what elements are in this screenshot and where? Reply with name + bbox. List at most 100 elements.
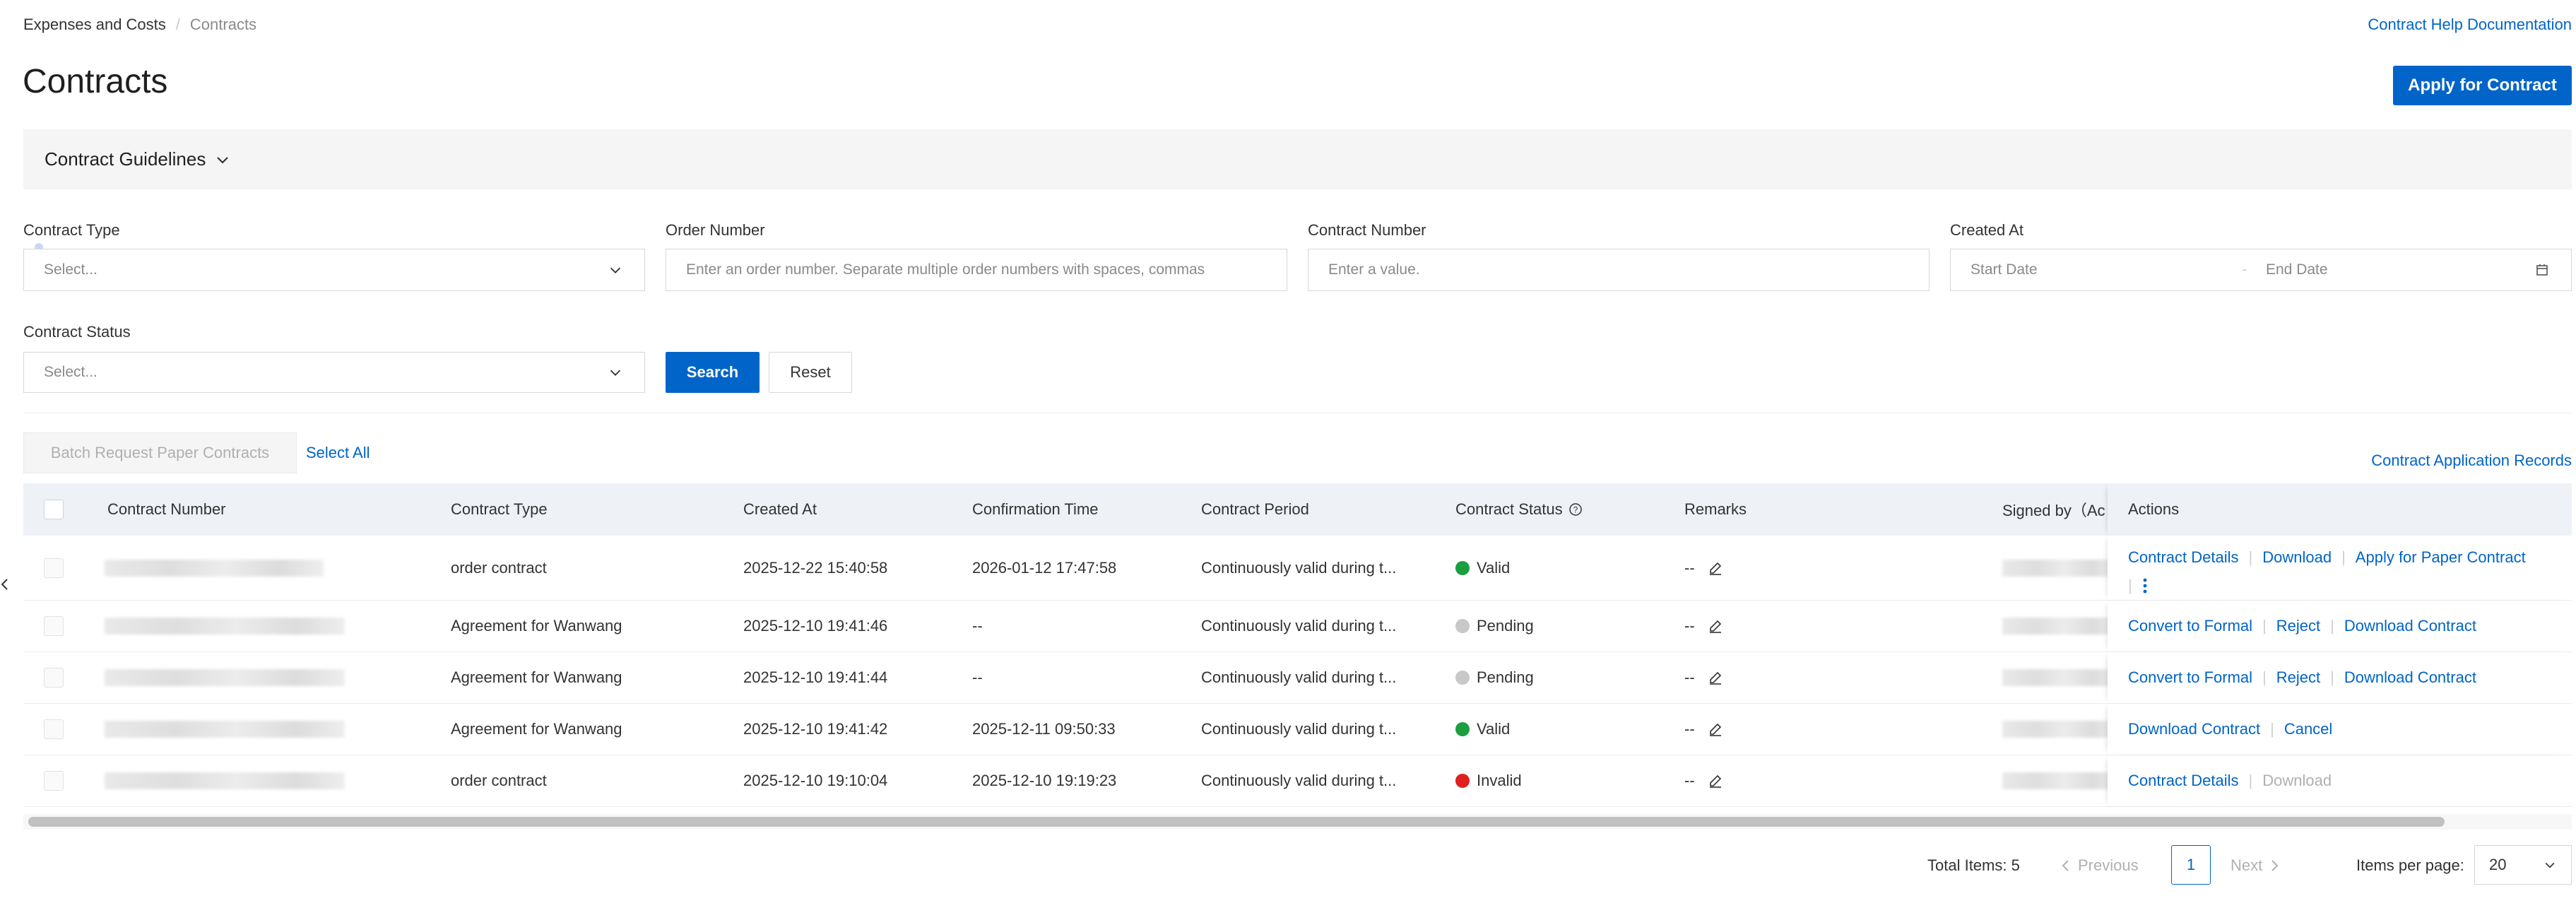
order-number-input[interactable]: Enter an order number. Separate multiple… (666, 249, 1287, 291)
signed-by-cell (2002, 704, 2115, 755)
redacted-contract-number (105, 559, 324, 577)
signed-by-cell (2002, 652, 2115, 703)
contract-number-placeholder: Enter a value. (1328, 261, 1420, 278)
breadcrumb-separator: / (175, 16, 180, 33)
action-separator: | (2248, 772, 2253, 789)
edit-icon[interactable] (1708, 560, 1723, 576)
remarks-text: -- (1684, 668, 1695, 686)
breadcrumb-home[interactable]: Expenses and Costs (23, 16, 166, 34)
contract-status-select[interactable]: Select... (23, 352, 645, 393)
contract-number-cell (105, 601, 345, 651)
row-checkbox[interactable] (44, 558, 64, 578)
row-checkbox[interactable] (44, 719, 64, 739)
created-at-range[interactable]: Start Date - End Date (1950, 249, 2572, 291)
confirmation-time-cell: 2026-01-12 17:47:58 (972, 558, 1117, 577)
search-button[interactable]: Search (666, 352, 760, 393)
remarks-text: -- (1684, 558, 1695, 577)
breadcrumb-current: Contracts (189, 16, 257, 33)
action-apply-for-paper-contract-link[interactable]: Apply for Paper Contract (2356, 548, 2526, 567)
contract-number-cell (105, 755, 345, 806)
row-checkbox-cell (44, 601, 64, 651)
remarks-cell: -- (1684, 652, 1723, 703)
created-at-cell: 2025-12-10 19:41:46 (743, 617, 888, 635)
page-size-select[interactable]: 20 (2474, 845, 2572, 885)
help-icon[interactable]: ? (1568, 502, 1583, 517)
page-number-current[interactable]: 1 (2171, 845, 2211, 885)
guidelines-label: Contract Guidelines (45, 148, 206, 170)
contract-period-cell: Continuously valid during t... (1201, 720, 1397, 738)
action-download-contract-link[interactable]: Download Contract (2344, 617, 2476, 635)
reset-button[interactable]: Reset (769, 352, 852, 393)
select-all-checkbox[interactable] (44, 500, 64, 519)
page-title: Contracts (23, 63, 168, 100)
action-convert-to-formal-link[interactable]: Convert to Formal (2128, 617, 2252, 635)
contract-type-cell: Agreement for Wanwang (451, 668, 622, 686)
remarks-cell: -- (1684, 704, 1723, 755)
row-checkbox[interactable] (44, 668, 64, 688)
remarks-cell: -- (1684, 755, 1723, 806)
header-actions: Actions (2108, 483, 2572, 536)
action-download-link[interactable]: Download (2262, 548, 2332, 567)
previous-page-button[interactable]: Previous (2061, 856, 2139, 875)
contract-type-cell: order contract (451, 772, 547, 789)
action-reject-link[interactable]: Reject (2276, 617, 2320, 635)
header-contract-number: Contract Number (107, 500, 226, 518)
action-download-contract-link[interactable]: Download Contract (2344, 668, 2476, 687)
contracts-table: Contract Number Contract Type Created At… (23, 483, 2572, 812)
row-checkbox-cell (44, 755, 64, 806)
edit-icon[interactable] (1708, 670, 1723, 685)
action-separator: | (2341, 548, 2346, 566)
table-row: Agreement for Wanwang 2025-12-10 19:41:46… (23, 601, 2572, 652)
remarks-text: -- (1684, 772, 1695, 789)
action-separator: | (2270, 720, 2274, 738)
contract-number-input[interactable]: Enter a value. (1308, 249, 1930, 291)
action-separator: | (2262, 617, 2267, 635)
action-reject-link[interactable]: Reject (2276, 668, 2320, 687)
breadcrumb: Expenses and Costs / Contracts (23, 16, 256, 34)
action-contract-details-link[interactable]: Contract Details (2128, 772, 2239, 790)
select-all-link[interactable]: Select All (306, 444, 370, 462)
redacted-contract-number (105, 669, 345, 686)
edit-icon[interactable] (1708, 773, 1723, 789)
calendar-icon[interactable] (2533, 261, 2551, 279)
confirmation-time-cell: -- (972, 617, 983, 635)
contract-status-cell: Valid (1455, 536, 1510, 600)
batch-request-paper-button[interactable]: Batch Request Paper Contracts (23, 432, 297, 473)
apply-contract-button[interactable]: Apply for Contract (2393, 66, 2572, 105)
more-actions-icon[interactable] (2142, 577, 2148, 595)
action-download-contract-link[interactable]: Download Contract (2128, 720, 2260, 738)
remarks-text: -- (1684, 617, 1695, 635)
contract-type-select[interactable]: Select... (23, 249, 645, 291)
total-items: Total Items: 5 (1927, 856, 2020, 874)
contract-number-cell (105, 704, 345, 755)
row-checkbox[interactable] (44, 771, 64, 791)
action-download-link[interactable]: Download (2262, 772, 2332, 790)
contract-status-cell: Invalid (1455, 755, 1522, 806)
contract-number-label: Contract Number (1308, 221, 1426, 239)
contract-period-cell: Continuously valid during t... (1201, 558, 1397, 577)
row-checkbox-cell (44, 536, 64, 600)
edit-icon[interactable] (1708, 721, 1723, 737)
action-cancel-link[interactable]: Cancel (2284, 720, 2332, 738)
action-convert-to-formal-link[interactable]: Convert to Formal (2128, 668, 2252, 687)
created-at-cell: 2025-12-10 19:41:42 (743, 720, 888, 738)
contract-period-cell: Continuously valid during t... (1201, 668, 1397, 686)
header-confirmation-time: Confirmation Time (972, 500, 1099, 518)
edit-icon[interactable] (1708, 618, 1723, 634)
help-documentation-link[interactable]: Contract Help Documentation (2368, 16, 2572, 34)
application-records-link[interactable]: Contract Application Records (2371, 452, 2572, 470)
start-date-placeholder[interactable]: Start Date (1971, 261, 2238, 278)
table-row: order contract 2025-12-22 15:40:58 2026-01… (23, 536, 2572, 601)
horizontal-scrollbar-thumb[interactable] (28, 817, 2445, 827)
end-date-placeholder[interactable]: End Date (2252, 261, 2533, 278)
order-number-placeholder: Enter an order number. Separate multiple… (686, 261, 1205, 278)
contract-guidelines-toggle[interactable]: Contract Guidelines (23, 129, 2572, 189)
row-checkbox[interactable] (44, 616, 64, 636)
action-contract-details-link[interactable]: Contract Details (2128, 548, 2239, 567)
chevron-left-icon[interactable] (0, 575, 8, 594)
status-icon (1455, 671, 1470, 685)
actions-cell: Download Contract | Cancel (2108, 704, 2572, 755)
redacted-signer (2002, 772, 2115, 789)
next-page-button[interactable]: Next (2231, 856, 2279, 875)
contract-number-cell (105, 652, 345, 703)
